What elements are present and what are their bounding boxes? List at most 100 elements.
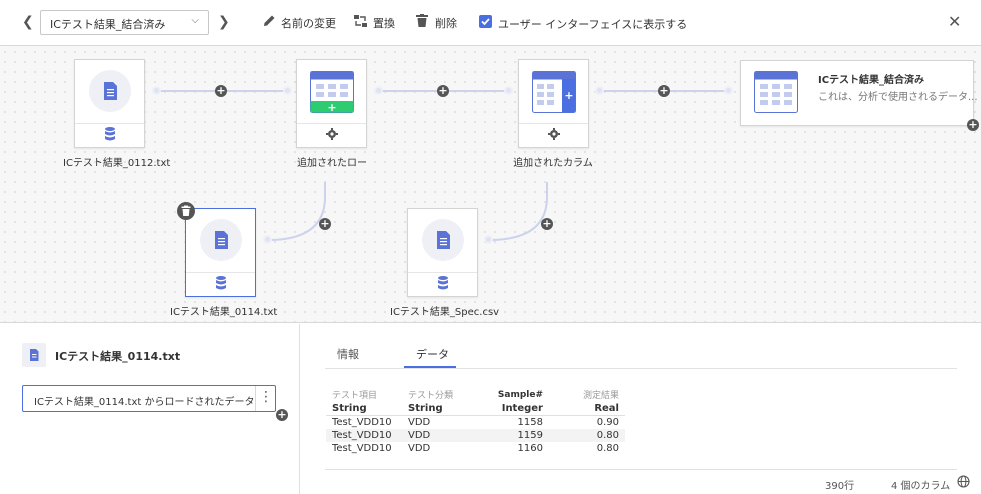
more-vertical-icon[interactable]: ⋮ xyxy=(255,386,276,411)
flow-node-source-0112[interactable] xyxy=(74,59,145,148)
output-port[interactable] xyxy=(484,235,493,244)
globe-icon[interactable] xyxy=(957,475,970,488)
load-step-label: ICテスト結果_0114.txt からロードされたデータ xyxy=(34,397,255,408)
details-panel: 情報 データ テスト項目 テスト分類 Sample# 測定結果 String S… xyxy=(301,324,981,494)
table-cell: 0.80 xyxy=(549,428,625,442)
table-cell: Test_VDD10 xyxy=(326,428,402,442)
data-preview-table: テスト項目 テスト分類 Sample# 測定結果 String String I… xyxy=(326,388,625,456)
rename-button[interactable]: 名前の変更 xyxy=(263,13,336,33)
column-count: 4 個のカラム xyxy=(891,481,951,492)
node-label: ICテスト結果_Spec.csv xyxy=(390,307,500,318)
database-icon xyxy=(75,126,144,145)
table-add-rows-icon: + xyxy=(310,71,354,113)
rename-label: 名前の変更 xyxy=(281,17,336,30)
table-cell: 1160 xyxy=(517,443,543,455)
table-cell: 1158 xyxy=(517,416,543,428)
input-port[interactable] xyxy=(724,86,733,95)
output-port[interactable] xyxy=(374,86,383,95)
column-type: Real xyxy=(549,401,625,416)
step-panel: ICテスト結果_0114.txt ICテスト結果_0114.txt からロードさ… xyxy=(0,324,300,494)
dataset-dropdown[interactable]: ICテスト結果_結合済み ⌵ xyxy=(40,10,209,35)
column-type: String xyxy=(326,401,402,416)
table-cell: VDD xyxy=(408,416,431,428)
add-step-plus-icon[interactable]: + xyxy=(276,409,288,421)
gear-icon[interactable] xyxy=(297,126,366,145)
toolbar: ❮ ICテスト結果_結合済み ⌵ ❯ 名前の変更 置換 削除 ユーザー インター… xyxy=(0,0,981,46)
delete-label: 削除 xyxy=(435,17,457,30)
pencil-icon xyxy=(264,15,275,26)
table-cell: Test_VDD10 xyxy=(332,416,392,428)
table-row: Test_VDD10 VDD 1160 0.80 xyxy=(326,442,625,456)
output-title: ICテスト結果_結合済み xyxy=(818,75,925,86)
chevron-down-icon: ⌵ xyxy=(191,15,199,26)
output-port[interactable] xyxy=(263,235,272,244)
delete-node-trash-icon[interactable] xyxy=(177,202,195,220)
load-step-item[interactable]: ICテスト結果_0114.txt からロードされたデータ ⋮ xyxy=(22,385,276,412)
node-label: 追加されたロー xyxy=(297,158,367,169)
flow-canvas: + + + + + ICテスト結果_0112.txt + 追加されたロー + 追… xyxy=(0,47,981,323)
svg-text:+: + xyxy=(327,101,336,113)
show-in-ui-checkbox[interactable] xyxy=(479,15,492,28)
table-cell: Test_VDD10 xyxy=(332,443,392,455)
footer-divider xyxy=(325,469,957,470)
add-step-plus-icon[interactable]: + xyxy=(215,85,227,97)
table-cell: VDD xyxy=(402,428,477,442)
database-icon xyxy=(408,275,477,294)
trash-icon xyxy=(416,14,428,27)
table-row: Test_VDD10 VDD 1158 0.90 xyxy=(326,415,625,429)
column-header[interactable]: Sample# xyxy=(477,388,549,402)
add-step-plus-icon[interactable]: + xyxy=(437,85,449,97)
file-icon xyxy=(89,70,131,112)
table-add-columns-icon: + xyxy=(532,71,576,113)
file-icon xyxy=(200,219,242,261)
back-arrow-icon[interactable]: ❮ xyxy=(22,14,34,30)
add-step-plus-icon[interactable]: + xyxy=(541,218,553,230)
node-label: 追加されたカラム xyxy=(513,158,593,169)
flow-node-source-0114[interactable] xyxy=(185,208,256,297)
table-cell: 0.80 xyxy=(596,443,619,455)
flow-node-output[interactable]: ICテスト結果_結合済み これは、分析で使用されるデータ... xyxy=(740,60,978,126)
column-header[interactable]: 測定結果 xyxy=(549,388,625,402)
input-port[interactable] xyxy=(283,86,292,95)
table-cell: 1159 xyxy=(477,428,549,442)
row-count: 390行 xyxy=(825,481,855,492)
file-icon xyxy=(22,343,46,367)
table-output-icon xyxy=(754,71,798,113)
add-step-plus-icon[interactable]: + xyxy=(319,218,331,230)
flow-node-add-rows[interactable]: + xyxy=(296,59,367,148)
dataset-dropdown-value: ICテスト結果_結合済み xyxy=(50,18,166,31)
close-icon[interactable]: ✕ xyxy=(948,12,961,31)
tab-info[interactable]: 情報 xyxy=(337,346,359,362)
table-cell: VDD xyxy=(408,443,431,455)
svg-text:+: + xyxy=(564,89,573,102)
column-header[interactable]: テスト項目 xyxy=(326,388,402,402)
checkmark-icon xyxy=(481,18,490,26)
output-port[interactable] xyxy=(595,86,604,95)
add-step-plus-icon[interactable]: + xyxy=(967,119,979,131)
output-port[interactable] xyxy=(152,86,161,95)
forward-arrow-icon[interactable]: ❯ xyxy=(218,14,230,30)
flow-node-add-columns[interactable]: + xyxy=(518,59,589,148)
flow-node-source-spec[interactable] xyxy=(407,208,478,297)
node-label: ICテスト結果_0112.txt xyxy=(63,158,171,169)
selected-file-title: ICテスト結果_0114.txt xyxy=(55,350,181,363)
column-type: Integer xyxy=(477,401,549,416)
gear-icon[interactable] xyxy=(519,126,588,145)
file-icon xyxy=(422,219,464,261)
column-header[interactable]: テスト分類 xyxy=(402,388,477,402)
input-port[interactable] xyxy=(504,86,513,95)
node-label: ICテスト結果_0114.txt xyxy=(170,307,278,318)
add-step-plus-icon[interactable]: + xyxy=(658,85,670,97)
delete-button[interactable]: 削除 xyxy=(416,13,461,33)
table-cell: 0.90 xyxy=(596,416,619,428)
table-row: Test_VDD10 VDD 1159 0.80 xyxy=(326,428,625,442)
show-in-ui-label: ユーザー インターフェイスに表示する xyxy=(498,18,688,31)
table-header-row: テスト項目 テスト分類 Sample# 測定結果 xyxy=(326,388,625,402)
replace-button[interactable]: 置換 xyxy=(353,13,398,33)
tab-data[interactable]: データ xyxy=(416,346,449,362)
column-type: String xyxy=(402,401,477,416)
replace-label: 置換 xyxy=(373,17,395,30)
database-icon xyxy=(186,275,255,294)
tab-divider xyxy=(325,368,957,369)
output-description: これは、分析で使用されるデータ... xyxy=(818,92,978,103)
